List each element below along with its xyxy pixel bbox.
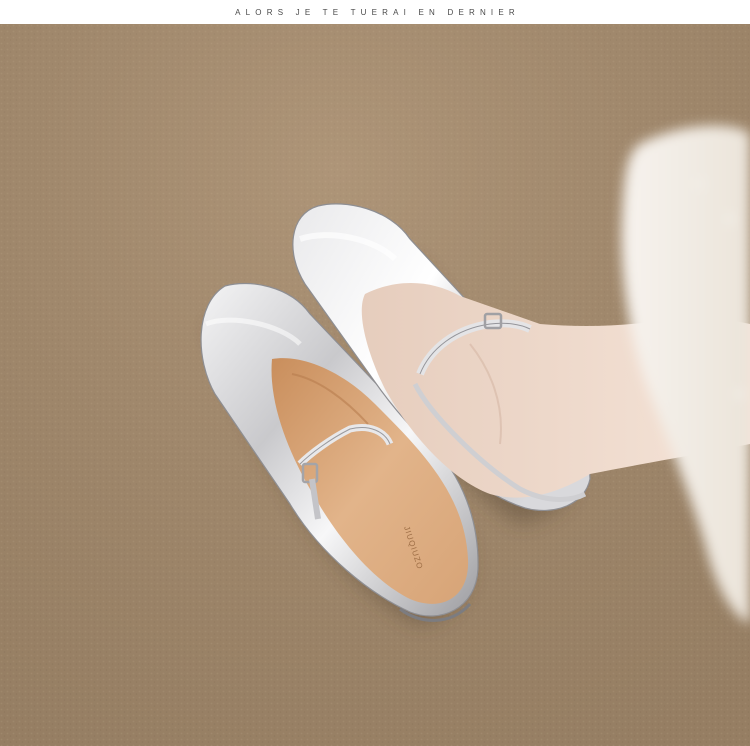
- product-page: ALORS JE TE TUERAI EN DERNIER JIUQIUZO: [0, 0, 750, 746]
- product-photo: JIUQIUZO: [0, 24, 750, 746]
- shoe-scene: JIUQIUZO: [0, 24, 750, 746]
- brand-tagline: ALORS JE TE TUERAI EN DERNIER: [235, 7, 520, 17]
- header-band: ALORS JE TE TUERAI EN DERNIER: [0, 0, 750, 24]
